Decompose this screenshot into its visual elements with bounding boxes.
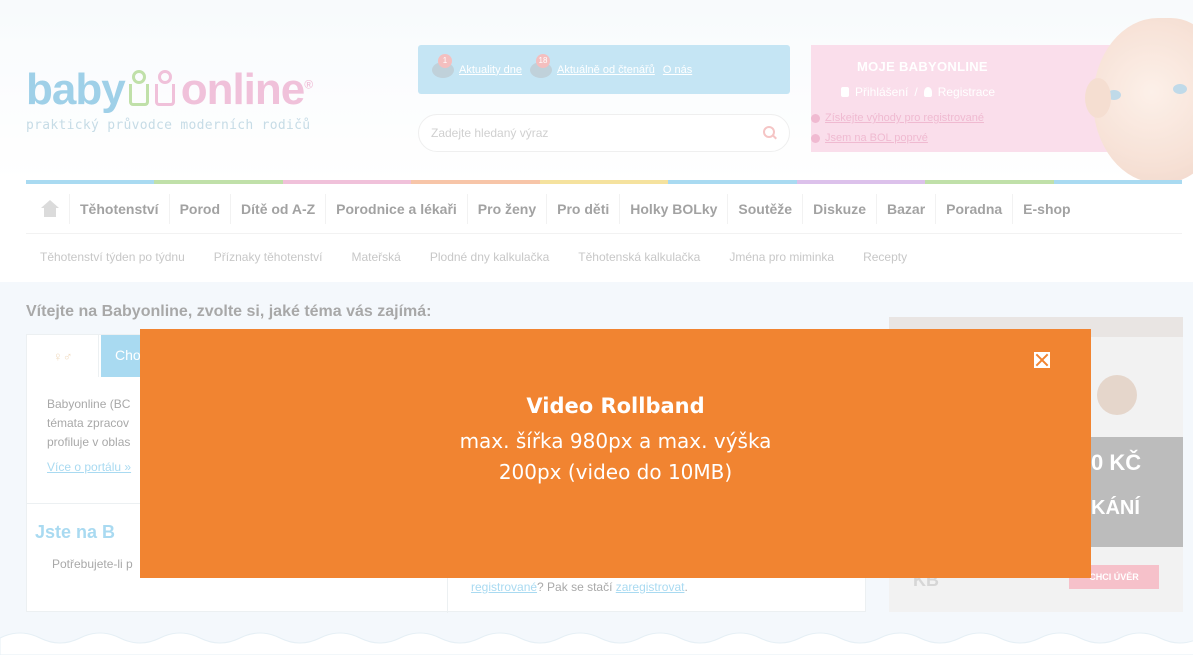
close-icon[interactable] [1034, 352, 1050, 368]
rollband-line: max. šířka 980px a max. výška [459, 429, 772, 453]
video-rollband-ad[interactable]: Video Rollband max. šířka 980px a max. v… [140, 329, 1091, 578]
rollband-description: max. šířka 980px a max. výška 200px (vid… [140, 426, 1091, 488]
rollband-line: 200px (video do 10MB) [498, 460, 733, 484]
rollband-title: Video Rollband [526, 394, 705, 418]
